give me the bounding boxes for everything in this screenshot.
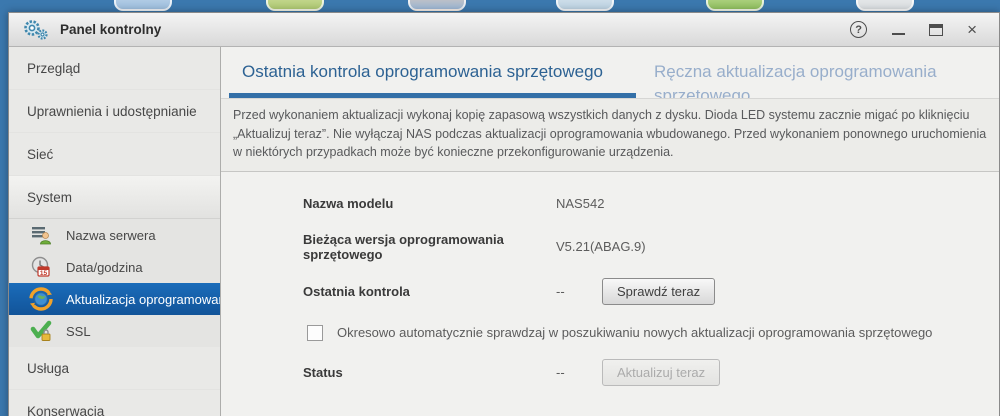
minimize-icon[interactable]	[891, 23, 905, 37]
subitem-label: Nazwa serwera	[66, 227, 156, 243]
main-content: Ostatnia kontrola oprogramowania sprzęto…	[221, 47, 999, 416]
sidebar-subitem-data-godzina[interactable]: 15 Data/godzina	[9, 251, 220, 283]
date-time-icon: 15	[29, 255, 53, 279]
sidebar-item-uprawnienia[interactable]: Uprawnienia i udostępnianie	[9, 90, 220, 133]
subitem-label: Aktualizacja oprogramowania	[66, 291, 220, 307]
sidebar-item-przeglad[interactable]: Przegląd	[9, 47, 220, 90]
svg-text:15: 15	[40, 270, 48, 277]
status-label: Status	[303, 364, 343, 380]
desktop-icon[interactable]	[408, 0, 466, 11]
status-value: --	[556, 364, 565, 380]
server-name-icon	[29, 223, 53, 247]
system-submenu: Nazwa serwera 15 Data/godzina Aktualizac…	[9, 219, 220, 347]
close-icon[interactable]: ×	[967, 21, 977, 38]
sidebar-subitem-nazwa-serwera[interactable]: Nazwa serwera	[9, 219, 220, 251]
ssl-icon	[29, 319, 53, 343]
desktop-icon[interactable]	[856, 0, 914, 11]
sidebar-item-usluga[interactable]: Usługa	[9, 347, 220, 390]
tab-reczna-aktualizacja[interactable]: Ręczna aktualizacja oprogramowania sprzę…	[654, 47, 994, 98]
help-icon[interactable]: ?	[850, 21, 868, 38]
subitem-label: Data/godzina	[66, 259, 143, 275]
sidebar-subitem-ssl[interactable]: SSL	[9, 315, 220, 347]
version-label: Bieżąca wersja oprogramowania sprzętoweg…	[303, 231, 504, 262]
sidebar-item-konserwacja[interactable]: Konserwacja	[9, 390, 220, 416]
desktop-icon[interactable]	[706, 0, 764, 11]
control-panel-window: Panel kontrolny ? × Przegląd Uprawnienia…	[8, 12, 1000, 416]
update-now-button[interactable]: Aktualizuj teraz	[602, 358, 721, 386]
sidebar: Przegląd Uprawnienia i udostępnianie Sie…	[9, 47, 221, 416]
last-check-value: --	[556, 283, 565, 299]
desktop-icon[interactable]	[556, 0, 614, 11]
firmware-upgrade-icon	[29, 287, 53, 311]
sidebar-subitem-aktualizacja-oprogramowania[interactable]: Aktualizacja oprogramowania	[9, 283, 220, 315]
last-check-row: Ostatnia kontrola -- Sprawdź teraz	[303, 277, 999, 305]
desktop-icon[interactable]	[266, 0, 324, 11]
version-row: Bieżąca wersja oprogramowania sprzętoweg…	[303, 232, 999, 262]
tab-ostatnia-kontrola[interactable]: Ostatnia kontrola oprogramowania sprzęto…	[229, 47, 636, 98]
subitem-label: SSL	[66, 323, 91, 339]
model-row: Nazwa modelu NAS542	[303, 194, 999, 214]
maximize-icon[interactable]	[929, 23, 944, 36]
auto-check-label: Okresowo automatycznie sprawdzaj w poszu…	[337, 325, 933, 340]
model-value: NAS542	[556, 196, 605, 211]
auto-check-checkbox[interactable]	[307, 324, 323, 341]
tabs-bar: Ostatnia kontrola oprogramowania sprzęto…	[221, 47, 999, 98]
desktop-icon[interactable]	[114, 0, 172, 11]
version-value: V5.21(ABAG.9)	[556, 239, 646, 254]
sidebar-item-system[interactable]: System	[9, 176, 220, 219]
model-label: Nazwa modelu	[303, 196, 394, 211]
titlebar: Panel kontrolny ? ×	[9, 13, 999, 47]
auto-check-row: Okresowo automatycznie sprawdzaj w poszu…	[307, 324, 999, 341]
gears-icon	[21, 19, 51, 41]
firmware-form: Nazwa modelu NAS542 Bieżąca wersja oprog…	[221, 172, 999, 386]
last-check-label: Ostatnia kontrola	[303, 283, 410, 299]
firmware-update-notice: Przed wykonaniem aktualizacji wykonaj ko…	[221, 98, 999, 172]
window-title: Panel kontrolny	[60, 22, 162, 37]
check-now-button[interactable]: Sprawdź teraz	[602, 277, 716, 305]
status-row: Status -- Aktualizuj teraz	[303, 358, 999, 386]
sidebar-item-siec[interactable]: Sieć	[9, 133, 220, 176]
